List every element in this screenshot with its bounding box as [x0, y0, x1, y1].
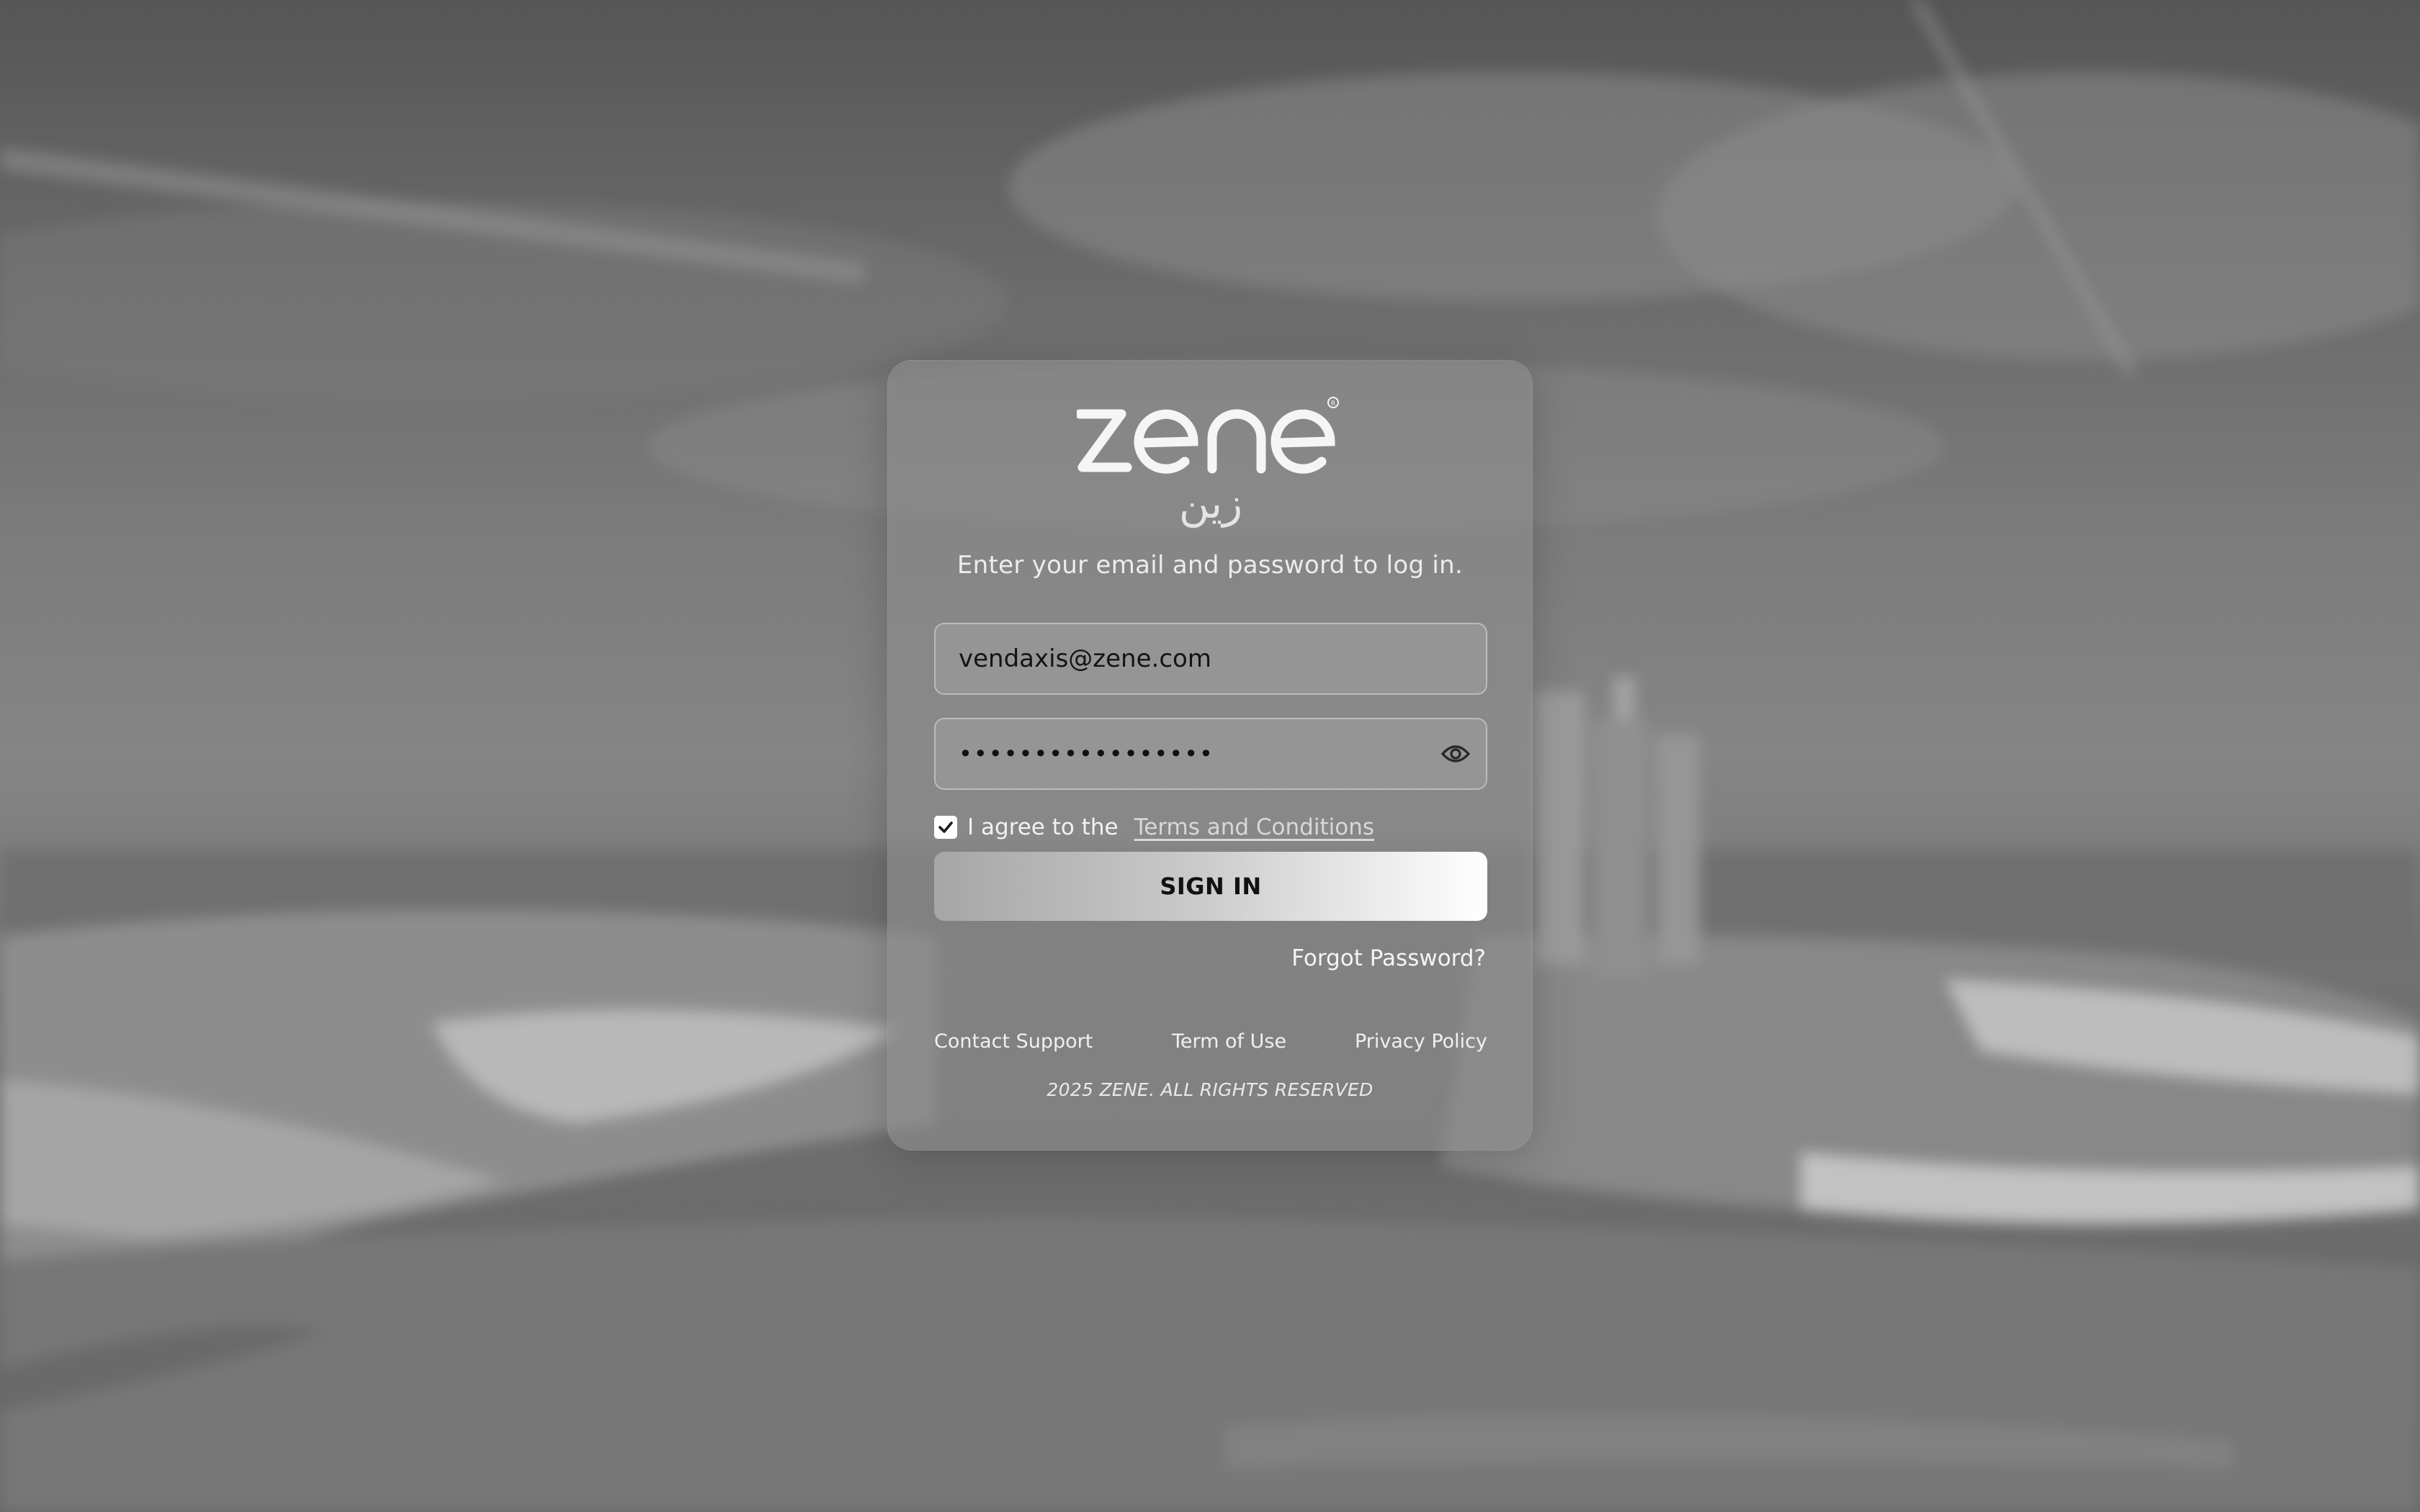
privacy-policy-link[interactable]: Privacy Policy: [1355, 1030, 1487, 1053]
login-card: R زين Enter your email and password to l…: [887, 360, 1533, 1151]
term-of-use-link[interactable]: Term of Use: [1172, 1030, 1286, 1053]
password-field[interactable]: •••••••••••••••••: [934, 718, 1487, 790]
footer-links: Contact Support Term of Use Privacy Poli…: [934, 1030, 1487, 1059]
terms-agreement: I agree to the Terms and Conditions: [934, 813, 1374, 842]
sign-in-button[interactable]: SIGN IN: [934, 852, 1487, 921]
checkmark-icon: [938, 822, 953, 833]
password-value: •••••••••••••••••: [959, 740, 1214, 768]
logo-arabic-text: زين: [1179, 479, 1242, 528]
forgot-password-link[interactable]: Forgot Password?: [1291, 945, 1486, 971]
login-subtitle: Enter your email and password to log in.: [956, 551, 1464, 580]
terms-link[interactable]: Terms and Conditions: [1134, 814, 1374, 840]
copyright-text: 2025 ZENE. ALL RIGHTS RESERVED: [1047, 1079, 1373, 1100]
email-value: vendaxis@zene.com: [959, 644, 1211, 673]
contact-support-link[interactable]: Contact Support: [934, 1030, 1093, 1053]
eye-icon[interactable]: [1440, 741, 1471, 767]
agree-checkbox[interactable]: [934, 816, 957, 839]
email-field[interactable]: vendaxis@zene.com: [934, 623, 1487, 695]
agree-label: I agree to the: [967, 814, 1119, 840]
svg-text:R: R: [1331, 400, 1335, 408]
brand-logo: R زين: [888, 397, 1532, 541]
